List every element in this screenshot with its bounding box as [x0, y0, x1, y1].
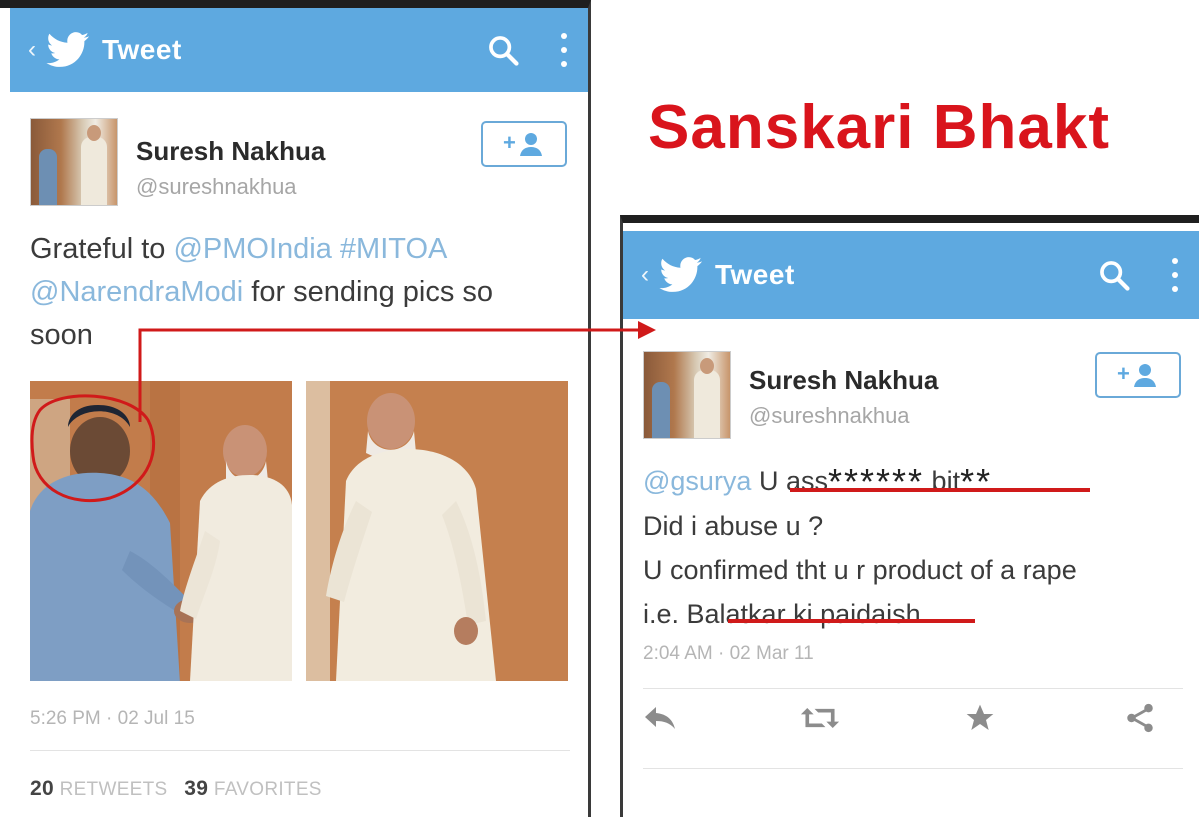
author-handle[interactable]: @sureshnakhua — [136, 174, 297, 200]
divider — [30, 750, 570, 751]
hashtag-link[interactable]: #MITOA — [340, 233, 447, 265]
avatar[interactable] — [643, 351, 731, 439]
overflow-menu-icon[interactable] — [1171, 258, 1179, 292]
svg-text:+: + — [503, 130, 516, 155]
right-appbar: ‹ Tweet — [623, 231, 1199, 319]
avatar[interactable] — [30, 118, 118, 206]
tweet-actions — [640, 700, 1160, 736]
favorite-star-icon[interactable] — [960, 700, 1000, 736]
overflow-menu-icon[interactable] — [560, 33, 568, 67]
tweet-photo[interactable] — [30, 381, 292, 681]
author-name[interactable]: Suresh Nakhua — [749, 365, 938, 396]
back-chevron-icon[interactable]: ‹ — [627, 261, 649, 289]
twitter-bird-icon — [659, 257, 702, 292]
tweet-text: Grateful to @PMOIndia #MITOA @NarendraMo… — [30, 233, 494, 351]
search-icon[interactable] — [1097, 258, 1131, 292]
twitter-bird-icon — [46, 32, 89, 67]
retweet-label: RETWEETS — [59, 779, 168, 800]
author-handle[interactable]: @sureshnakhua — [749, 403, 910, 429]
mention-link[interactable]: @NarendraModi — [30, 276, 243, 308]
mention-link[interactable]: @gsurya — [643, 466, 751, 496]
tweet-photo[interactable] — [306, 381, 568, 681]
appbar-title: Tweet — [102, 34, 182, 65]
favorite-count[interactable]: 39 — [184, 777, 208, 800]
author-name[interactable]: Suresh Nakhua — [136, 136, 325, 167]
follow-user-icon: + — [1117, 361, 1156, 387]
divider — [643, 768, 1183, 769]
left-appbar: ‹ Tweet — [10, 8, 588, 92]
follow-button[interactable]: + — [1095, 352, 1181, 398]
search-icon[interactable] — [486, 33, 520, 67]
favorite-label: FAVORITES — [213, 779, 322, 800]
follow-user-icon: + — [503, 130, 542, 156]
back-chevron-icon[interactable]: ‹ — [14, 36, 36, 64]
svg-text:+: + — [1117, 361, 1130, 386]
divider — [643, 688, 1183, 689]
appbar-title: Tweet — [715, 259, 795, 290]
reply-icon[interactable] — [640, 700, 680, 736]
tweet-timestamp: 2:04 AM · 02 Mar 11 — [643, 643, 814, 664]
headline-caption: Sanskari Bhakt — [648, 93, 1110, 162]
mention-link[interactable]: @PMOIndia — [173, 233, 331, 265]
share-icon[interactable] — [1120, 700, 1160, 736]
tweet-stats: 20 RETWEETS 39 FAVORITES — [30, 777, 322, 801]
retweet-icon[interactable] — [800, 700, 840, 736]
left-tweet-screenshot: ‹ Tweet Suresh Nakhua @sureshnakhua + Gr… — [0, 0, 591, 817]
tweet-text: @gsurya U ass****** bit** Did i abuse u … — [643, 461, 1077, 629]
retweet-count[interactable]: 20 — [30, 777, 54, 800]
tweet-timestamp: 5:26 PM · 02 Jul 15 — [30, 708, 195, 729]
follow-button[interactable]: + — [481, 121, 567, 167]
